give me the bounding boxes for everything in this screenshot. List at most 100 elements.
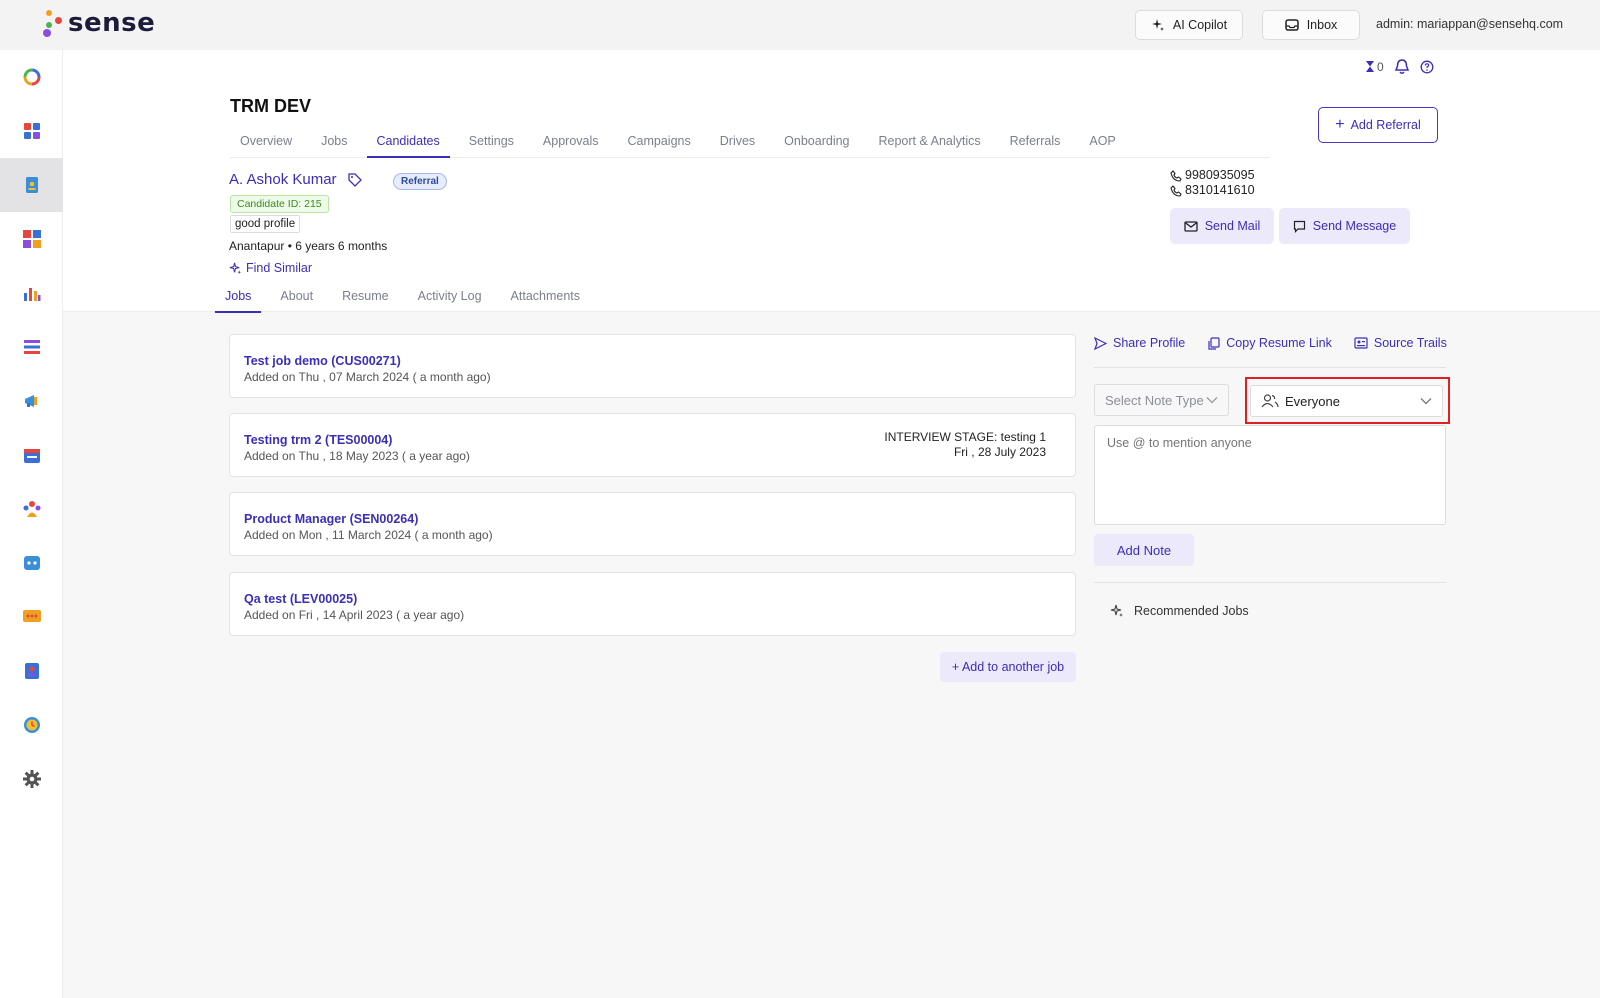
sidebar-item-lists[interactable]: [0, 320, 63, 374]
subtab-jobs[interactable]: Jobs: [215, 282, 262, 313]
add-to-another-job-button[interactable]: + Add to another job: [940, 652, 1076, 682]
tab-candidates[interactable]: Candidates: [366, 128, 450, 158]
sidebar-item-scheduler[interactable]: [0, 698, 63, 752]
job-stage: INTERVIEW STAGE: testing 1 Fri , 28 July…: [884, 430, 1046, 460]
sidebar: [0, 50, 63, 998]
sidebar-item-apps[interactable]: [0, 104, 63, 158]
sidebar-item-people[interactable]: [0, 482, 63, 536]
sidebar-item-contacts[interactable]: [0, 644, 63, 698]
job-added-date: Added on Fri , 14 April 2023 ( a year ag…: [244, 608, 465, 622]
share-profile-link[interactable]: Share Profile: [1094, 336, 1185, 350]
people-icon: [23, 501, 40, 517]
phone-icon: [1170, 169, 1182, 182]
job-card[interactable]: Product Manager (SEN00264) Added on Mon …: [229, 492, 1076, 556]
puzzle-icon: [22, 230, 41, 248]
tag-icon[interactable]: [347, 172, 363, 188]
note-visibility-select[interactable]: Everyone: [1250, 385, 1443, 417]
job-title[interactable]: Testing trm 2 (TES00004): [244, 433, 392, 447]
sidebar-item-workflow[interactable]: [0, 212, 63, 266]
job-card[interactable]: Test job demo (CUS00271) Added on Thu , …: [229, 334, 1076, 398]
tab-campaigns[interactable]: Campaigns: [618, 128, 701, 158]
hourglass-counter[interactable]: 0: [1365, 60, 1384, 74]
subtab-resume[interactable]: Resume: [332, 282, 399, 313]
donut-icon: [23, 68, 40, 86]
tab-aop[interactable]: AOP: [1079, 128, 1125, 158]
brand-name: sense: [68, 8, 156, 38]
tab-referrals[interactable]: Referrals: [1000, 128, 1071, 158]
gear-icon: [22, 770, 41, 788]
users-icon: [1261, 394, 1279, 408]
subtab-attachments[interactable]: Attachments: [501, 282, 590, 313]
tab-onboarding[interactable]: Onboarding: [774, 128, 859, 158]
phone-icon: [1170, 184, 1182, 197]
job-card[interactable]: Qa test (LEV00025) Added on Fri , 14 Apr…: [229, 572, 1076, 636]
sidebar-item-candidates[interactable]: [0, 158, 63, 212]
note-type-select[interactable]: Select Note Type: [1094, 384, 1229, 416]
ai-copilot-label: AI Copilot: [1172, 18, 1228, 32]
tab-approvals[interactable]: Approvals: [533, 128, 609, 158]
bell-icon[interactable]: [1394, 58, 1410, 75]
subtab-activity-log[interactable]: Activity Log: [408, 282, 492, 313]
tab-overview[interactable]: Overview: [230, 128, 302, 158]
tab-jobs[interactable]: Jobs: [311, 128, 357, 158]
share-profile-label: Share Profile: [1113, 336, 1186, 350]
bar-chart-icon: [23, 288, 40, 301]
sidebar-item-analytics[interactable]: [0, 266, 63, 320]
sidebar-item-calendar[interactable]: [0, 428, 63, 482]
job-card[interactable]: Testing trm 2 (TES00004) Added on Thu , …: [229, 413, 1076, 477]
help-icon[interactable]: [1420, 60, 1434, 74]
sense-logo[interactable]: sense: [42, 8, 155, 38]
message-icon: [1293, 220, 1305, 233]
candidate-id-badge: Candidate ID: 215: [230, 195, 329, 213]
tab-settings[interactable]: Settings: [459, 128, 524, 158]
candidate-name[interactable]: A. Ashok Kumar: [229, 171, 337, 188]
candidate-location-experience: Anantapur • 6 years 6 months: [229, 239, 388, 253]
sidebar-item-messages[interactable]: [0, 590, 63, 644]
sidebar-item-settings[interactable]: [0, 752, 63, 806]
send-mail-label: Send Mail: [1204, 219, 1261, 233]
find-similar-label: Find Similar: [246, 261, 312, 275]
list-icon: [23, 340, 40, 354]
hourglass-icon: [1366, 61, 1374, 72]
calendar-icon: [23, 449, 40, 463]
find-similar-link[interactable]: Find Similar: [229, 261, 312, 275]
source-trails-link[interactable]: Source Trails: [1354, 336, 1447, 350]
top-bar: sense AI Copilot Inbox admin: mariappan@…: [0, 0, 1600, 50]
tab-report-analytics[interactable]: Report & Analytics: [869, 128, 991, 158]
job-title[interactable]: Test job demo (CUS00271): [244, 354, 401, 368]
phone-row[interactable]: 8310141610: [1170, 183, 1255, 198]
job-title[interactable]: Product Manager (SEN00264): [244, 512, 418, 526]
job-added-date: Added on Thu , 18 May 2023 ( a year ago): [244, 449, 470, 463]
admin-account[interactable]: admin: mariappan@sensehq.com: [1376, 17, 1563, 31]
bot-icon: [23, 556, 40, 570]
sidebar-item-campaigns[interactable]: [0, 374, 63, 428]
copy-resume-link[interactable]: Copy Resume Link: [1207, 336, 1332, 350]
tab-drives[interactable]: Drives: [710, 128, 765, 158]
inbox-button[interactable]: Inbox: [1262, 10, 1360, 40]
phone-numbers: 9980935095 8310141610: [1170, 168, 1255, 198]
chevron-down-icon: [1206, 397, 1218, 404]
visibility-value: Everyone: [1285, 393, 1340, 409]
ai-copilot-button[interactable]: AI Copilot: [1135, 10, 1243, 40]
phone-number: 9980935095: [1185, 168, 1255, 182]
divider: [1094, 367, 1446, 368]
sidebar-item-bot[interactable]: [0, 536, 63, 590]
sidebar-item-dashboard[interactable]: [0, 50, 63, 104]
add-note-button[interactable]: Add Note: [1094, 534, 1194, 566]
note-input[interactable]: [1094, 425, 1446, 525]
utility-icons: 0: [1365, 58, 1434, 75]
job-title[interactable]: Qa test (LEV00025): [244, 592, 357, 606]
subtab-about[interactable]: About: [270, 282, 323, 313]
sparkle-icon: [229, 262, 242, 274]
add-referral-label: Add Referral: [1350, 118, 1421, 132]
phone-row[interactable]: 9980935095: [1170, 168, 1255, 183]
megaphone-icon: [24, 395, 37, 407]
sparkle-icon: [1151, 18, 1165, 32]
id-card-icon: [1354, 337, 1368, 349]
send-icon: [1094, 336, 1107, 350]
send-message-button[interactable]: Send Message: [1279, 208, 1410, 244]
add-referral-button[interactable]: + Add Referral: [1318, 107, 1438, 143]
note-type-placeholder: Select Note Type: [1105, 392, 1204, 408]
recommended-jobs[interactable]: Recommended Jobs: [1110, 604, 1249, 618]
send-mail-button[interactable]: Send Mail: [1170, 208, 1274, 244]
